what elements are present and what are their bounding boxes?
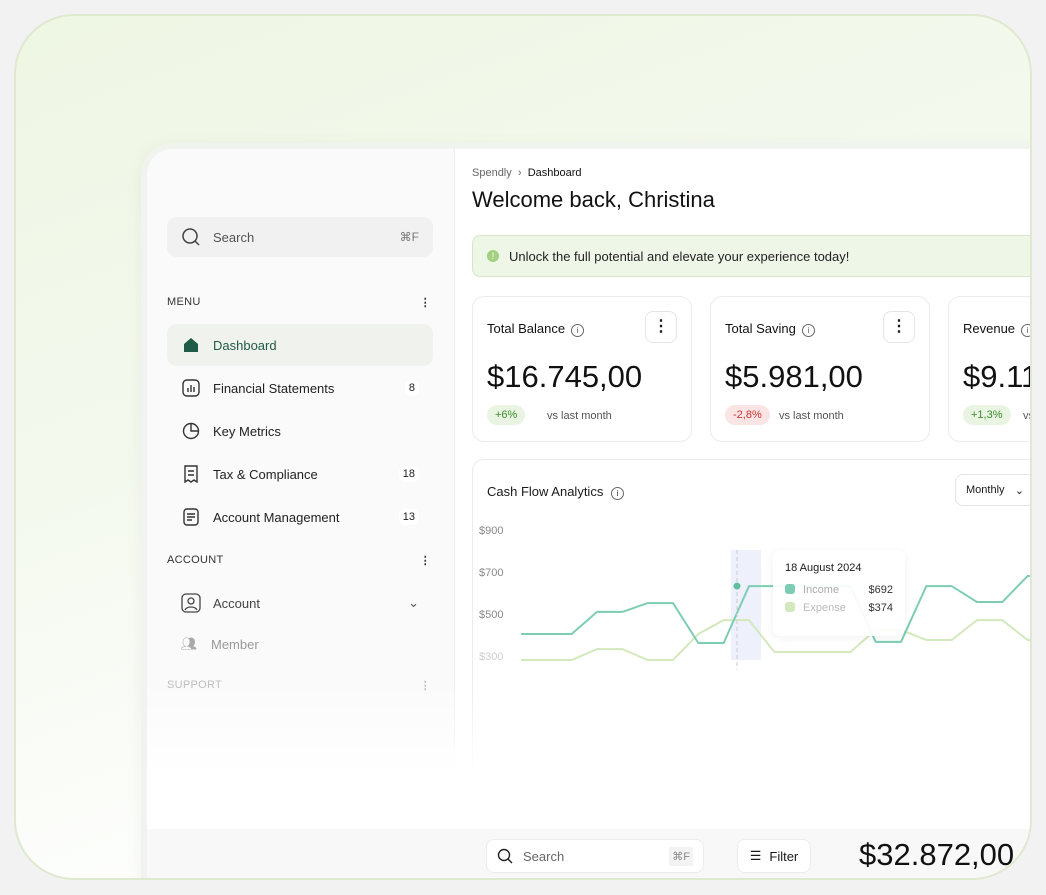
users-icon: 👥︎: [180, 636, 198, 651]
card-title: Total Saving: [725, 321, 796, 336]
period-select[interactable]: Monthly ⌄: [955, 474, 1030, 506]
sidebar-item-financial-statements[interactable]: Financial Statements 8: [167, 367, 433, 409]
info-icon[interactable]: i: [801, 324, 815, 337]
card-value: $16.745,00: [487, 359, 643, 394]
item-badge: 13: [398, 509, 419, 525]
change-badge: -2,8%: [725, 405, 770, 425]
item-label: Tax & Compliance: [213, 466, 318, 482]
breadcrumb-current: Dashboard: [527, 167, 582, 179]
support-more-icon[interactable]: ⋮: [420, 679, 431, 692]
receipt-icon: [181, 464, 201, 484]
income-swatch: [785, 584, 795, 594]
sidebar-item-member[interactable]: 👥︎ Member: [167, 623, 433, 665]
card-menu-button[interactable]: ⋮: [883, 311, 915, 343]
tooltip-label: Income: [803, 584, 840, 596]
sidebar-item-key-metrics[interactable]: Key Metrics: [167, 410, 433, 452]
page-title: Welcome back, Christina: [472, 187, 715, 212]
search-shortcut: ⌘F: [669, 846, 693, 866]
search-placeholder: Search: [213, 229, 255, 245]
card-compare: vs last month: [547, 410, 612, 422]
item-label: Account Management: [213, 509, 340, 525]
item-label: Key Metrics: [213, 423, 281, 439]
table-search[interactable]: Search ⌘F: [486, 839, 704, 873]
support-section: SUPPORT ⋮: [167, 679, 431, 692]
card-total-saving: Total Saving i ⋮ $5.981,00 -2,8% vs last mont…: [710, 296, 930, 442]
support-label: SUPPORT: [167, 679, 223, 691]
y-tick-label: $500: [479, 609, 503, 621]
sidebar-item-tax-compliance[interactable]: Tax & Compliance 18: [167, 453, 433, 495]
y-tick-label: $900: [479, 525, 503, 537]
item-label: Dashboard: [213, 337, 277, 353]
tooltip-value: $692: [868, 584, 893, 596]
search-icon: [497, 848, 513, 864]
pie-chart-icon: [181, 421, 201, 441]
card-total-balance: Total Balance i ⋮ $16.745,00 +6% vs last mont…: [472, 296, 692, 442]
item-label: Financial Statements: [213, 380, 335, 396]
card-title: Total Balance: [487, 321, 566, 336]
card-title: Revenue: [963, 321, 1016, 336]
hover-point: [733, 582, 741, 590]
menu-label: MENU: [167, 296, 201, 308]
bar-chart-icon: [181, 378, 201, 398]
item-badge: 18: [398, 466, 419, 482]
fade-overlay: [147, 679, 1030, 839]
filter-label: Filter: [769, 848, 799, 864]
tooltip-value: $374: [868, 602, 893, 614]
filter-icon: ☰: [749, 848, 762, 863]
banner-text: Unlock the full potential and elevate yo…: [509, 248, 850, 264]
y-tick-label: $300: [479, 651, 503, 663]
sidebar-item-account[interactable]: Account ⌄: [167, 582, 433, 624]
chart-title: Cash Flow Analytics: [487, 484, 604, 499]
tooltip-date: 18 August 2024: [785, 562, 862, 574]
hover-highlight: [731, 550, 761, 660]
upgrade-banner[interactable]: ! Unlock the full potential and elevate y…: [472, 235, 1030, 277]
total-amount: $32.872,00: [859, 837, 1015, 872]
filter-button[interactable]: ☰ Filter: [737, 839, 811, 873]
info-icon[interactable]: i: [1021, 324, 1030, 337]
account-label: ACCOUNT: [167, 554, 224, 566]
item-badge: 8: [404, 380, 419, 396]
info-icon[interactable]: i: [610, 487, 624, 500]
y-tick-label: $700: [479, 567, 503, 579]
sidebar-item-dashboard[interactable]: Dashboard: [167, 324, 433, 366]
card-value: $5.981,00: [725, 359, 863, 394]
breadcrumb: Spendly › Dashboard: [472, 167, 582, 179]
expense-swatch: [785, 602, 795, 612]
item-label: Member: [211, 636, 259, 652]
chart-tooltip: 18 August 2024 Income $692 Expense $374: [773, 550, 905, 636]
tooltip-row-expense: Expense $374: [785, 602, 893, 614]
tooltip-label: Expense: [803, 602, 846, 614]
search-placeholder: Search: [523, 848, 565, 864]
breadcrumb-root[interactable]: Spendly: [472, 167, 512, 179]
period-value: Monthly: [966, 484, 1005, 496]
card-revenue: Revenue i $9.11 +1,3% vs la: [948, 296, 1032, 442]
home-icon: [181, 335, 201, 355]
app-window: Search ⌘F MENU ⋮ Dashboard Financial Stat…: [147, 149, 1032, 878]
account-section: ACCOUNT ⋮: [167, 554, 431, 567]
menu-more-icon[interactable]: ⋮: [420, 296, 431, 309]
card-compare: vs last month: [779, 410, 844, 422]
account-more-icon[interactable]: ⋮: [420, 554, 431, 567]
info-icon: !: [487, 250, 499, 262]
info-icon[interactable]: i: [571, 324, 585, 337]
change-badge: +6%: [487, 405, 526, 425]
search-shortcut: ⌘F: [399, 230, 419, 244]
tooltip-row-income: Income $692: [785, 584, 893, 596]
document-icon: [181, 507, 201, 527]
search-icon: [182, 228, 200, 246]
card-value: $9.11: [963, 359, 1032, 394]
menu-section: MENU ⋮: [167, 296, 431, 309]
sidebar-search[interactable]: Search ⌘F: [167, 217, 433, 257]
user-icon: [181, 593, 201, 613]
sidebar-item-account-management[interactable]: Account Management 13: [167, 496, 433, 538]
item-label: Account: [213, 595, 260, 611]
chevron-down-icon[interactable]: ⌄: [408, 595, 419, 611]
card-menu-button[interactable]: ⋮: [645, 311, 677, 343]
change-badge: +1,3%: [963, 405, 1011, 425]
background-frame: Search ⌘F MENU ⋮ Dashboard Financial Stat…: [14, 14, 1032, 880]
card-compare: vs la: [1023, 410, 1030, 422]
chevron-right-icon: ›: [517, 167, 522, 179]
chevron-down-icon: ⌄: [1014, 484, 1024, 497]
